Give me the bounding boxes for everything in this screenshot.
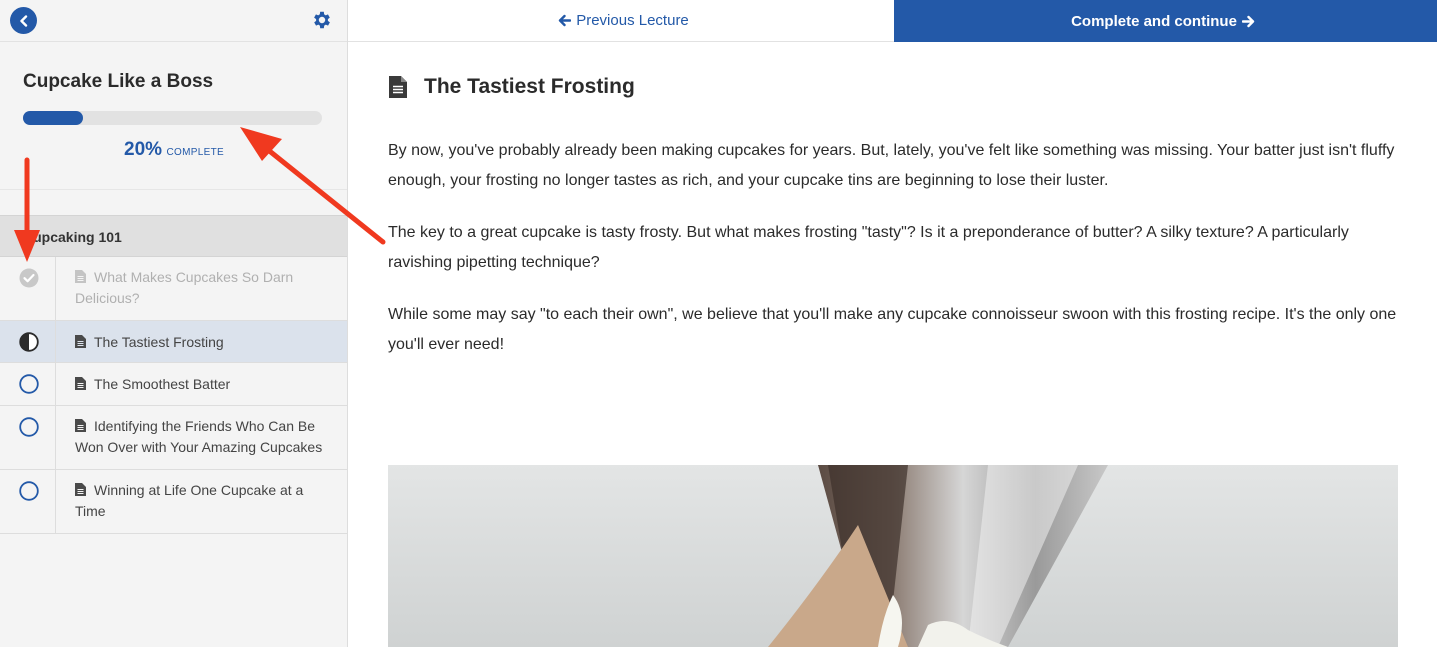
lesson-label: The Smoothest Batter — [94, 376, 231, 392]
chevron-left-icon — [19, 14, 27, 27]
lesson-label: The Tastiest Frosting — [94, 334, 224, 350]
piping-bag-image — [388, 465, 1398, 647]
lesson-status — [0, 363, 56, 405]
lesson-label: Identifying the Friends Who Can Be Won O… — [75, 418, 323, 455]
empty-circle-icon — [19, 481, 39, 501]
lecture-paragraph: By now, you've probably already been mak… — [388, 142, 1395, 189]
lesson-item[interactable]: The Smoothest Batter — [0, 363, 347, 406]
empty-circle-icon — [19, 374, 39, 394]
complete-and-continue-button[interactable]: Complete and continue — [894, 0, 1437, 42]
section-title: Cupcaking 101 — [23, 229, 122, 245]
progress-bar-fill — [23, 111, 83, 125]
document-icon — [75, 335, 86, 348]
lesson-label: Winning at Life One Cupcake at a Time — [75, 482, 304, 519]
progress-complete-text: COMPLETE — [166, 147, 224, 158]
lesson-status — [0, 257, 56, 320]
previous-lecture-button[interactable]: Previous Lecture — [348, 0, 894, 42]
progress-bar — [23, 111, 322, 125]
lesson-item[interactable]: Identifying the Friends Who Can Be Won O… — [0, 406, 347, 470]
document-icon — [75, 419, 86, 432]
back-button[interactable] — [10, 7, 37, 34]
progress-label: 20% COMPLETE — [0, 139, 348, 161]
document-icon — [75, 377, 86, 390]
frosting-photo — [388, 465, 1398, 647]
section-header[interactable]: Cupcaking 101 — [0, 215, 347, 257]
course-sidebar: Cupcake Like a Boss 20% COMPLETE Cupcaki… — [0, 0, 348, 647]
complete-and-continue-label: Complete and continue — [1071, 12, 1237, 30]
lesson-status — [0, 470, 56, 533]
document-icon — [75, 483, 86, 496]
half-circle-icon — [19, 332, 39, 352]
progress-percent: 20% — [124, 139, 163, 160]
arrow-right-icon — [1241, 15, 1255, 27]
document-icon — [389, 76, 407, 98]
lecture-paragraph: While some may say "to each their own", … — [388, 306, 1397, 353]
lesson-status — [0, 321, 56, 362]
empty-circle-icon — [19, 417, 39, 437]
lecture-title: The Tastiest Frosting — [424, 75, 635, 98]
arrow-left-icon — [559, 14, 572, 27]
lesson-list: What Makes Cupcakes So Darn Delicious? T… — [0, 257, 347, 534]
gear-icon[interactable] — [311, 9, 333, 31]
lecture-paragraph: The key to a great cupcake is tasty fros… — [388, 224, 1349, 271]
lesson-item-current[interactable]: The Tastiest Frosting — [0, 321, 347, 363]
lesson-item[interactable]: Winning at Life One Cupcake at a Time — [0, 470, 347, 534]
sidebar-toolbar — [0, 0, 347, 42]
lesson-status — [0, 406, 56, 469]
document-icon — [75, 270, 86, 283]
course-title: Cupcake Like a Boss — [23, 71, 214, 92]
lesson-item[interactable]: What Makes Cupcakes So Darn Delicious? — [0, 257, 347, 321]
check-circle-icon — [19, 268, 39, 288]
previous-lecture-label: Previous Lecture — [576, 12, 689, 29]
lesson-label: What Makes Cupcakes So Darn Delicious? — [75, 269, 294, 306]
